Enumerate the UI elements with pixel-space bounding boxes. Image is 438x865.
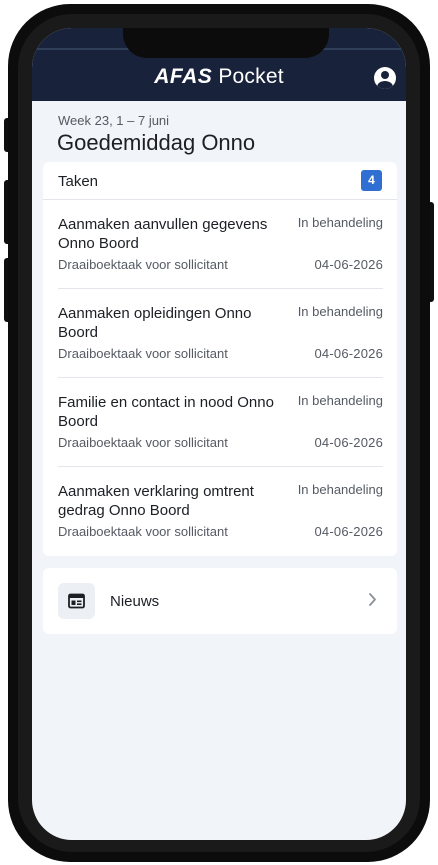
task-title: Aanmaken aanvullen gegevens Onno Boord <box>58 216 268 252</box>
phone-notch <box>123 28 329 58</box>
task-item[interactable]: Aanmaken verklaring omtrent gedrag Onno … <box>58 467 383 556</box>
tasks-card-header: Taken 4 <box>43 162 397 200</box>
task-subtitle: Draaiboektaak voor sollicitant <box>58 435 228 450</box>
tasks-title: Taken <box>58 173 99 190</box>
tasks-card: Taken 4 Aanmaken aanvullen gegevens Onno… <box>43 162 397 556</box>
task-subtitle: Draaiboektaak voor sollicitant <box>58 346 228 361</box>
task-date: 04-06-2026 <box>314 435 383 450</box>
week-label: Week 23, 1 – 7 juni <box>58 113 170 128</box>
app-logo: AFAS Pocket <box>32 65 406 89</box>
task-status: In behandeling <box>297 393 383 408</box>
task-status: In behandeling <box>297 482 383 497</box>
task-date: 04-06-2026 <box>314 524 383 539</box>
task-title: Aanmaken verklaring omtrent gedrag Onno … <box>58 483 254 519</box>
task-date: 04-06-2026 <box>314 346 383 361</box>
task-date: 04-06-2026 <box>314 257 383 272</box>
chevron-right-icon <box>369 593 376 606</box>
task-subtitle: Draaiboektaak voor sollicitant <box>58 524 228 539</box>
newspaper-icon <box>58 583 95 619</box>
task-item[interactable]: Familie en contact in nood Onno Boord In… <box>58 378 383 467</box>
account-icon[interactable] <box>374 67 396 89</box>
tasks-count-badge: 4 <box>361 170 382 191</box>
news-card[interactable]: Nieuws <box>43 568 397 634</box>
phone-frame: AFAS Pocket Week 23, 1 – 7 juni Goedemid… <box>8 4 430 862</box>
greeting-title: Goedemiddag Onno <box>57 130 256 155</box>
app-logo-product: Pocket <box>218 65 284 88</box>
task-item[interactable]: Aanmaken opleidingen Onno Boord In behan… <box>58 289 383 378</box>
task-title: Familie en contact in nood Onno Boord <box>58 394 274 430</box>
task-title: Aanmaken opleidingen Onno Boord <box>58 305 252 341</box>
phone-screen: AFAS Pocket Week 23, 1 – 7 juni Goedemid… <box>32 28 406 840</box>
news-label: Nieuws <box>110 593 160 610</box>
task-status: In behandeling <box>297 304 383 319</box>
app-logo-brand: AFAS <box>154 65 213 88</box>
task-subtitle: Draaiboektaak voor sollicitant <box>58 257 228 272</box>
task-item[interactable]: Aanmaken aanvullen gegevens Onno Boord I… <box>58 200 383 289</box>
task-status: In behandeling <box>297 215 383 230</box>
